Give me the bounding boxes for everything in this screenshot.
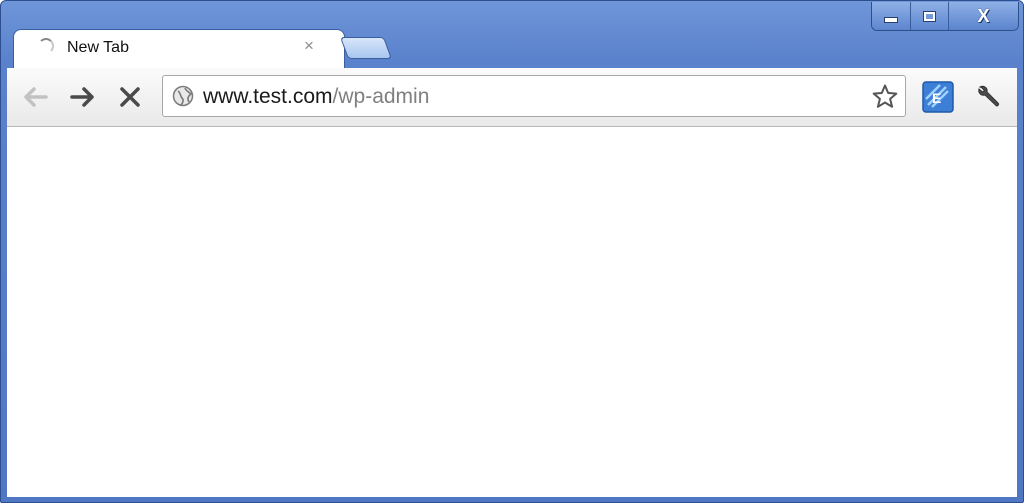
url-host: www.test.com	[203, 85, 333, 108]
arrow-right-icon	[70, 87, 94, 107]
globe-icon	[172, 85, 194, 107]
toolbar: www.test.com/wp-admin E	[7, 68, 1017, 127]
arrow-left-icon	[24, 87, 48, 107]
forward-button[interactable]	[67, 82, 99, 112]
url-text: www.test.com/wp-admin	[203, 85, 429, 109]
close-window-button[interactable]: X	[948, 2, 1018, 30]
wrench-icon[interactable]	[973, 82, 1003, 112]
window-controls: X	[871, 2, 1019, 31]
svg-text:E: E	[932, 90, 941, 106]
close-icon: X	[977, 6, 990, 26]
back-button[interactable]	[19, 82, 51, 112]
minimize-icon	[884, 17, 898, 23]
url-path: /wp-admin	[332, 85, 430, 108]
maximize-icon	[923, 10, 936, 22]
page-content	[7, 127, 1017, 497]
new-tab-button[interactable]	[339, 37, 393, 59]
address-bar[interactable]: www.test.com/wp-admin	[162, 75, 906, 117]
stop-x-icon	[120, 87, 140, 107]
extension-icon[interactable]: E	[922, 81, 954, 113]
browser-window: X New Tab × www.test.com/wp-admin E	[0, 0, 1024, 503]
star-icon[interactable]	[871, 83, 899, 111]
tab-close-icon[interactable]: ×	[304, 36, 314, 55]
maximize-button[interactable]	[910, 2, 948, 30]
tab-new-tab[interactable]: New Tab ×	[13, 29, 345, 69]
tab-title: New Tab	[67, 39, 129, 56]
loading-spinner-icon	[38, 38, 54, 54]
minimize-button[interactable]	[872, 2, 910, 30]
stop-button[interactable]	[114, 82, 146, 112]
